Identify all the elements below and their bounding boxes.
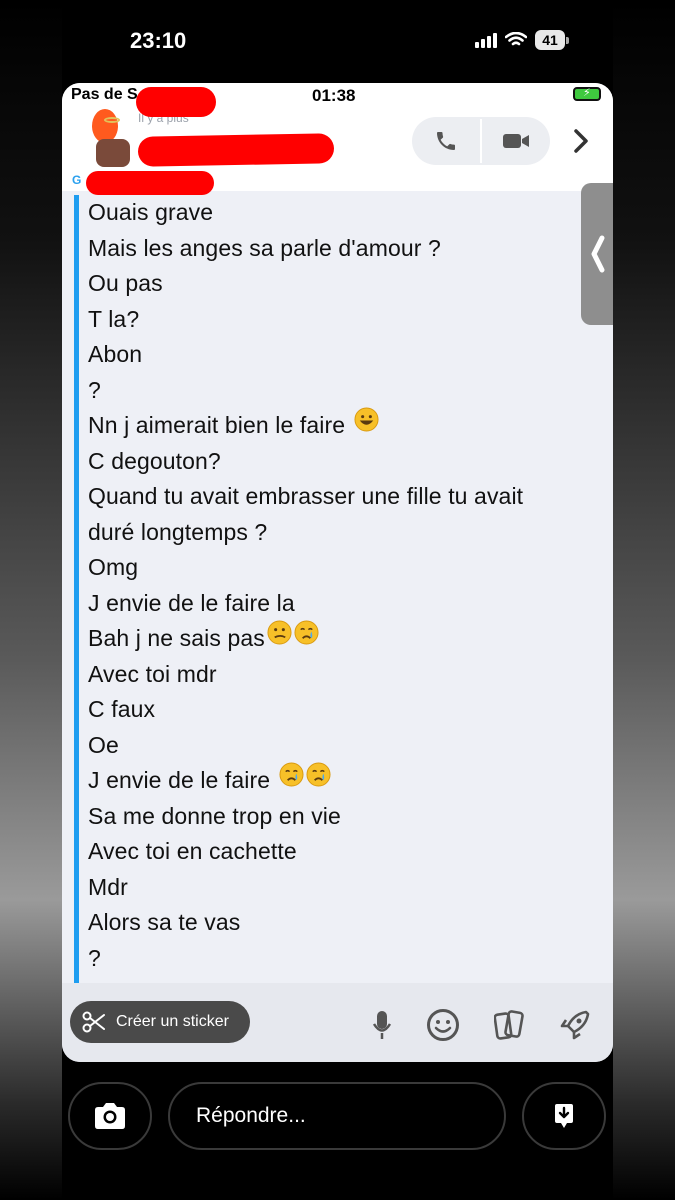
message-text: Mais les anges sa parle d'amour ? — [88, 234, 441, 261]
message-text: Nn j aimerait bien le faire — [88, 412, 352, 438]
message-text: C degouton? — [88, 447, 221, 474]
camera-icon — [95, 1103, 125, 1129]
message-item[interactable]: C faux — [88, 692, 523, 728]
message-text: Bah j ne sais pas — [88, 625, 265, 651]
side-panel-handle[interactable] — [581, 183, 613, 325]
message-item[interactable]: Sa me donne trop en vie — [88, 799, 523, 835]
reply-placeholder: Répondre... — [196, 1104, 306, 1127]
status-time: 23:10 — [130, 28, 187, 53]
chat-toolbar — [372, 1008, 592, 1042]
message-text: duré longtemps ? — [88, 518, 268, 545]
message-text: Mdr — [88, 873, 128, 900]
crying-face-emoji-icon — [294, 620, 319, 656]
message-item[interactable]: Abon — [88, 337, 523, 373]
message-item[interactable]: ? — [88, 373, 523, 409]
scissors-icon — [82, 1011, 105, 1033]
download-icon — [555, 1104, 573, 1128]
message-item[interactable]: J envie de le faire — [88, 762, 523, 799]
message-text: Avec toi mdr — [88, 660, 217, 687]
message-item[interactable]: J envie de le faire la — [88, 586, 523, 622]
grinning-face-emoji-icon — [354, 407, 379, 443]
inner-carrier: Pas de S — [71, 86, 138, 103]
save-button[interactable] — [522, 1082, 606, 1150]
wifi-icon — [505, 32, 527, 46]
redaction-name — [137, 133, 335, 167]
left-backdrop — [0, 0, 62, 1200]
message-text: Ou pas — [88, 270, 163, 296]
message-item[interactable]: Mais les anges sa parle d'amour ? — [88, 231, 523, 267]
crying-face-emoji-icon — [306, 762, 331, 798]
confused-face-emoji-icon — [267, 620, 292, 656]
create-sticker-label: Créer un sticker — [116, 1013, 229, 1030]
signal-icon — [475, 32, 497, 48]
message-item[interactable]: Avec toi mdr — [88, 657, 523, 693]
message-text: Avec toi en cachette — [88, 838, 297, 864]
inner-time: 01:38 — [312, 86, 356, 105]
message-item[interactable]: Omg — [88, 550, 523, 586]
battery-level: 41 — [535, 30, 565, 50]
message-item[interactable]: Ouais grave — [88, 195, 523, 231]
message-item[interactable]: duré longtemps ? — [88, 515, 523, 551]
message-item[interactable]: Ou pas — [88, 266, 523, 302]
rocket-icon[interactable] — [558, 1008, 592, 1042]
message-item[interactable]: Nn j aimerait bien le faire — [88, 407, 523, 444]
call-buttons — [412, 117, 550, 165]
avatar[interactable] — [88, 109, 134, 169]
message-text: Oe — [88, 731, 119, 758]
message-text: Abon — [88, 341, 143, 367]
sender-label: G — [72, 173, 82, 187]
create-sticker-button[interactable]: Créer un sticker — [70, 1001, 250, 1043]
redaction-sender — [86, 171, 214, 195]
message-item[interactable]: Quand tu avait embrasser une fille tu av… — [88, 479, 523, 515]
message-text: Omg — [88, 554, 139, 580]
smiley-icon[interactable] — [426, 1008, 460, 1042]
battery-icon: 41 — [535, 30, 569, 50]
message-text: ? — [88, 944, 101, 971]
message-item[interactable]: Alors sa te vas — [88, 905, 523, 941]
camera-button[interactable] — [68, 1082, 152, 1150]
message-list[interactable]: Ouais grave Mais les anges sa parle d'amo… — [74, 195, 604, 990]
message-text: T la? — [88, 305, 140, 332]
message-item[interactable]: T la? — [88, 302, 523, 338]
sticker-cards-icon[interactable] — [494, 1008, 524, 1042]
status-bar: 23:10 41 — [62, 20, 613, 64]
message-text: J envie de le faire la — [88, 589, 295, 616]
messages: Ouais grave Mais les anges sa parle d'amo… — [88, 195, 523, 976]
redaction-name-top — [136, 87, 216, 117]
message-text: Sa me donne trop en vie — [88, 802, 341, 829]
message-text: Quand tu avait embrasser une fille tu av… — [88, 483, 524, 509]
message-text: J envie de le faire — [88, 767, 277, 793]
chat-screenshot: Pas de S 01:38 ⚡ Il y a plus e G Ouais g… — [62, 83, 613, 1062]
video-camera-icon[interactable] — [482, 117, 550, 165]
message-item[interactable]: ? — [88, 941, 523, 977]
message-text: ? — [88, 376, 101, 403]
microphone-icon[interactable] — [372, 1009, 392, 1041]
message-item[interactable]: Mdr — [88, 870, 523, 906]
crying-face-emoji-icon — [279, 762, 304, 798]
message-item[interactable]: Bah j ne sais pas — [88, 620, 523, 657]
message-text: Ouais grave — [88, 199, 214, 225]
right-backdrop — [613, 0, 675, 1200]
message-item[interactable]: Oe — [88, 728, 523, 764]
message-text: C faux — [88, 696, 156, 722]
phone-icon[interactable] — [412, 117, 480, 165]
inner-battery-icon: ⚡ — [573, 87, 601, 101]
sender-bar — [74, 195, 79, 990]
chevron-right-icon[interactable] — [568, 123, 594, 159]
message-item[interactable]: Avec toi en cachette — [88, 834, 523, 870]
message-text: Alors sa te vas — [88, 909, 241, 935]
reply-input[interactable]: Répondre... — [168, 1082, 506, 1150]
status-icons: 41 — [475, 30, 569, 50]
chevron-left-icon — [591, 235, 605, 273]
message-item[interactable]: C degouton? — [88, 444, 523, 480]
story-reply-bar: Répondre... — [62, 1070, 613, 1170]
